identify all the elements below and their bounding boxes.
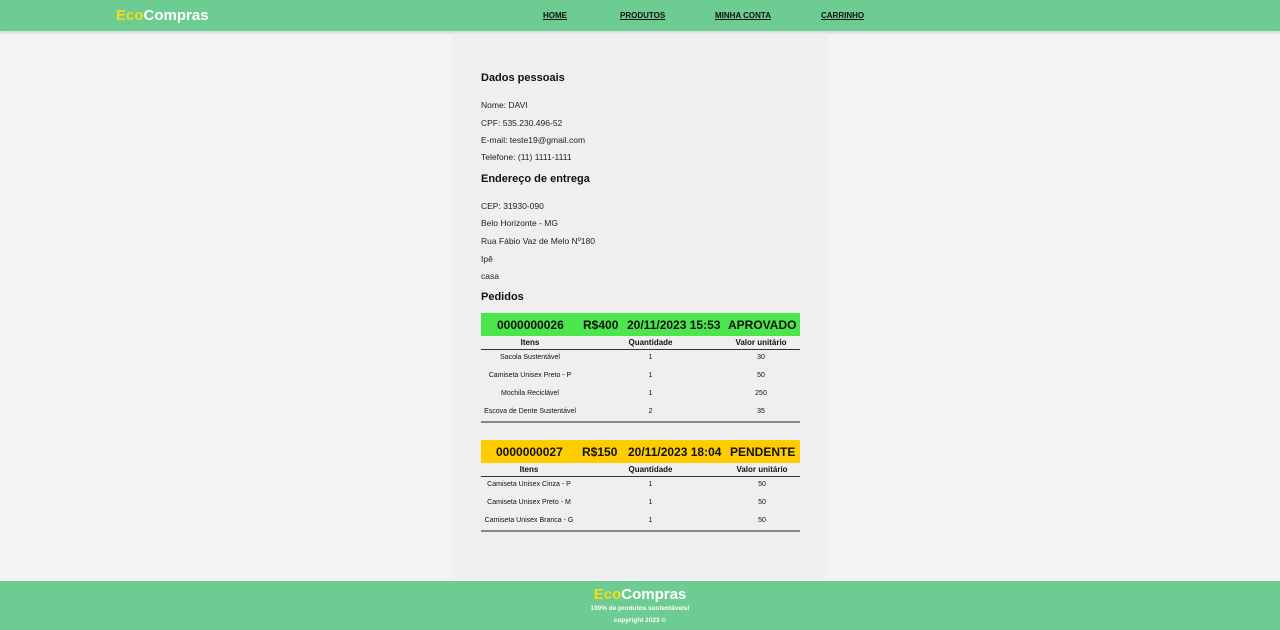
table-header-divider bbox=[481, 349, 800, 350]
personal-email: E-mail: teste19@gmail.com bbox=[481, 135, 586, 145]
col-valor: Valor unitário bbox=[735, 338, 787, 347]
item-name: Camiseta Unisex Preto - P bbox=[488, 372, 572, 379]
order-total: R$150 bbox=[582, 445, 618, 459]
item-qty: 2 bbox=[648, 408, 653, 415]
col-quantidade: Quantidade bbox=[628, 338, 673, 347]
col-valor: Valor unitário bbox=[736, 465, 788, 474]
order-id: 0000000027 bbox=[496, 445, 563, 459]
brand-logo-eco: Eco bbox=[116, 7, 144, 24]
nav-link-home[interactable]: HOME bbox=[543, 11, 567, 20]
col-quantidade: Quantidade bbox=[628, 465, 673, 474]
order-status: APROVADO bbox=[728, 318, 797, 332]
table-bottom-divider bbox=[481, 421, 800, 423]
personal-data-title: Dados pessoais bbox=[481, 72, 565, 84]
address-city: Belo Horizonte - MG bbox=[481, 218, 558, 228]
item-price: 250 bbox=[755, 390, 767, 397]
address-street: Rua Fábio Vaz de Melo Nº180 bbox=[481, 236, 595, 246]
address-title: Endereço de entrega bbox=[481, 173, 590, 185]
nav-link-carrinho[interactable]: CARRINHO bbox=[821, 11, 864, 20]
footer-logo-eco: Eco bbox=[593, 586, 622, 603]
item-name: Camiseta Unisex Cinza - P bbox=[487, 481, 571, 488]
footer-logo: EcoCompras bbox=[0, 586, 1280, 603]
table-header-divider bbox=[481, 476, 800, 477]
footer: EcoCompras 100% de produtos sustentáveis… bbox=[0, 581, 1280, 630]
nav-link-minha-conta[interactable]: MINHA CONTA bbox=[715, 11, 771, 20]
personal-phone: Telefone: (11) 1111-1111 bbox=[481, 152, 572, 162]
item-name: Camiseta Unisex Preto - M bbox=[487, 499, 571, 506]
nav-link-produtos[interactable]: PRODUTOS bbox=[620, 11, 665, 20]
item-name: Sacola Sustentável bbox=[500, 354, 560, 361]
item-qty: 1 bbox=[648, 390, 653, 397]
brand-logo[interactable]: EcoCompras bbox=[116, 7, 209, 24]
col-itens: Itens bbox=[520, 338, 540, 347]
item-qty: 1 bbox=[648, 499, 653, 506]
item-price: 50 bbox=[757, 372, 765, 379]
footer-tagline: 100% de produtos sustentáveis! bbox=[590, 605, 690, 612]
order-id: 0000000026 bbox=[497, 318, 564, 332]
item-qty: 1 bbox=[648, 481, 653, 488]
address-district: Ipê bbox=[481, 254, 493, 264]
item-price: 30 bbox=[757, 354, 765, 361]
footer-copyright: copyright 2023 © bbox=[613, 617, 667, 624]
item-qty: 1 bbox=[648, 372, 653, 379]
order-date: 20/11/2023 18:04 bbox=[628, 445, 722, 459]
order-total: R$400 bbox=[583, 318, 619, 332]
item-price: 50 bbox=[758, 499, 766, 506]
item-name: Mochila Reciclável bbox=[501, 390, 559, 397]
item-price: 35 bbox=[757, 408, 765, 415]
order-date: 20/11/2023 15:53 bbox=[627, 318, 721, 332]
address-complement: casa bbox=[481, 271, 499, 281]
item-qty: 1 bbox=[648, 354, 653, 361]
item-qty: 1 bbox=[648, 517, 653, 524]
address-cep: CEP: 31930-090 bbox=[481, 201, 544, 211]
personal-cpf: CPF: 535.230.496-52 bbox=[481, 118, 563, 128]
footer-logo-compras: Compras bbox=[621, 586, 687, 603]
item-price: 50 bbox=[758, 481, 766, 488]
item-name: Camiseta Unisex Branca - G bbox=[484, 517, 574, 524]
col-itens: Itens bbox=[519, 465, 539, 474]
item-price: 50 bbox=[758, 517, 766, 524]
item-name: Escova de Dente Sustentável bbox=[484, 408, 576, 415]
account-panel bbox=[452, 34, 828, 579]
orders-title: Pedidos bbox=[481, 291, 524, 303]
order-header[interactable]: 0000000026 R$400 20/11/2023 15:53 APROVA… bbox=[481, 313, 800, 336]
personal-name: Nome: DAVI bbox=[481, 100, 528, 110]
top-navbar: EcoCompras HOME PRODUTOS MINHA CONTA CAR… bbox=[0, 0, 1280, 31]
order-header[interactable]: 0000000027 R$150 20/11/2023 18:04 PENDEN… bbox=[481, 440, 800, 463]
order-status: PENDENTE bbox=[730, 445, 796, 459]
brand-logo-compras: Compras bbox=[143, 7, 209, 24]
table-bottom-divider bbox=[481, 530, 800, 532]
